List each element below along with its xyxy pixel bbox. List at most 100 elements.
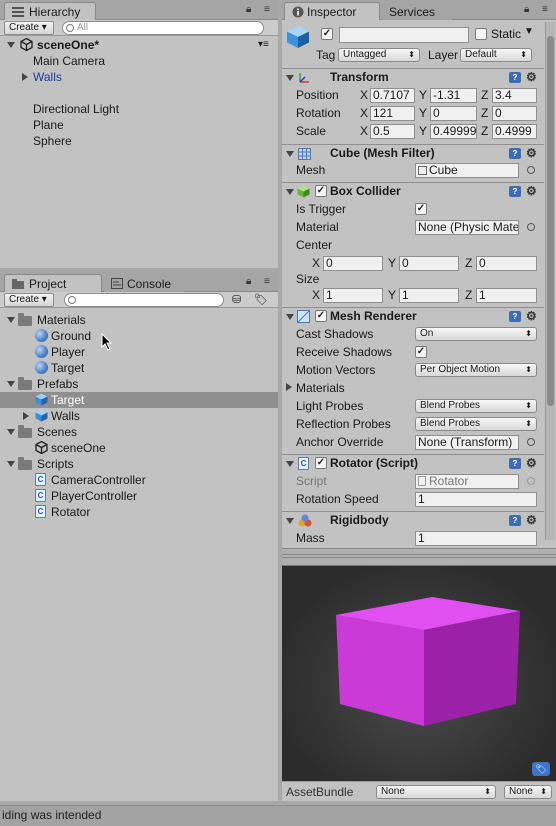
tree-folder-materials[interactable]: Materials [0,312,278,328]
object-picker-icon[interactable] [527,166,535,174]
expand-arrow-icon[interactable] [286,461,294,467]
panel-menu-icon[interactable]: ≡ [264,276,270,287]
panel-menu-icon[interactable]: ≡ [264,4,270,15]
help-book-icon[interactable]: ? [509,148,521,159]
static-dropdown-icon[interactable]: ▼ [524,26,534,37]
scene-menu-icon[interactable]: ▾≡ [258,37,269,53]
expand-arrow-icon[interactable] [286,314,294,320]
reflection-probes-dropdown[interactable]: Blend Probes ⬍ [415,417,537,431]
tree-item-walls-prefab[interactable]: Walls [0,408,278,424]
help-book-icon[interactable]: ? [509,458,521,469]
rotation-x-field[interactable]: 121 [370,106,415,121]
scale-x-field[interactable]: 0.5 [370,124,415,139]
asset-preview[interactable]: 🏷︎ [282,565,556,781]
expand-arrow-icon[interactable] [7,381,15,387]
tab-console[interactable]: Console [104,274,184,292]
object-picker-icon[interactable] [527,223,535,231]
expand-arrow-icon[interactable] [286,151,294,157]
cast-shadows-dropdown[interactable]: On ⬍ [415,327,537,341]
hierarchy-item-plane[interactable]: Plane [0,117,278,133]
tag-dropdown[interactable]: Untagged ⬍ [338,48,420,62]
collapse-arrow-icon[interactable] [286,383,292,391]
rotator-enabled-checkbox[interactable]: ✓ [315,457,327,469]
transform-header[interactable]: Transform ? ⚙ [282,68,544,86]
lock-icon[interactable]: 🔒︎ [246,4,251,15]
collider-material-field[interactable]: None (Physic Mater [415,220,519,235]
size-y-field[interactable]: 1 [399,288,459,303]
status-bar[interactable]: iding was intended [0,805,556,826]
box-collider-enabled-checkbox[interactable]: ✓ [315,185,327,197]
expand-arrow-icon[interactable] [7,461,15,467]
size-z-field[interactable]: 1 [476,288,537,303]
center-z-field[interactable]: 0 [476,256,537,271]
collapse-arrow-icon[interactable] [22,73,28,81]
tab-inspector[interactable]: Inspector [284,2,380,20]
hierarchy-search-input[interactable]: All [62,21,264,35]
active-checkbox[interactable]: ✓ [321,28,333,40]
mesh-renderer-enabled-checkbox[interactable]: ✓ [315,310,327,322]
assetbundle-tag-icon[interactable]: 🏷︎ [532,762,550,776]
assetbundle-dropdown[interactable]: None ⬍ [376,785,496,799]
help-book-icon[interactable]: ? [509,186,521,197]
tree-folder-scripts[interactable]: Scripts [0,456,278,472]
center-x-field[interactable]: 0 [323,256,383,271]
expand-arrow-icon[interactable] [286,518,294,524]
position-y-field[interactable]: -1.31 [430,88,477,103]
hierarchy-create-button[interactable]: Create ▾ [4,21,54,35]
inspector-scrollbar[interactable] [545,22,555,540]
hierarchy-item-directional-light[interactable]: Directional Light [0,101,278,117]
center-y-field[interactable]: 0 [399,256,459,271]
anchor-override-field[interactable]: None (Transform) [415,435,519,450]
tree-folder-scenes[interactable]: Scenes [0,424,278,440]
tree-folder-prefabs[interactable]: Prefabs [0,376,278,392]
scale-y-field[interactable]: 0.49999 [430,124,477,139]
motion-vectors-dropdown[interactable]: Per Object Motion ⬍ [415,363,537,377]
lock-icon[interactable]: 🔒︎ [246,276,251,287]
lock-icon[interactable]: 🔒︎ [524,4,529,15]
tree-item-player-controller[interactable]: C PlayerController [0,488,278,504]
tree-item-camera-controller[interactable]: C CameraController [0,472,278,488]
tab-services[interactable]: Services [382,2,452,20]
collapse-arrow-icon[interactable] [23,412,29,420]
assetbundle-variant-dropdown[interactable]: None ⬍ [504,785,552,799]
tree-item-scene-one[interactable]: sceneOne [0,440,278,456]
gameobject-name-field[interactable] [339,27,469,43]
mass-field[interactable]: 1 [415,531,537,546]
mesh-field[interactable]: Cube [415,163,519,178]
tree-item-target-material[interactable]: Target [0,360,278,376]
tab-hierarchy[interactable]: Hierarchy [4,2,96,20]
gear-icon[interactable]: ⚙ [526,514,537,526]
is-trigger-checkbox[interactable]: ✓ [415,203,427,215]
box-collider-header[interactable]: ✓ Box Collider ? ⚙ [282,182,544,200]
mesh-filter-header[interactable]: Cube (Mesh Filter) ? ⚙ [282,144,544,162]
rigidbody-header[interactable]: Rigidbody ? ⚙ [282,511,544,529]
static-checkbox[interactable] [475,28,487,40]
project-search-input[interactable] [64,293,224,307]
tree-item-rotator[interactable]: C Rotator [0,504,278,520]
scrollbar-thumb[interactable] [547,36,554,406]
expand-arrow-icon[interactable] [286,189,294,195]
rotation-z-field[interactable]: 0 [492,106,537,121]
filter-by-type-icon[interactable]: ⛁ [232,293,241,306]
receive-shadows-checkbox[interactable]: ✓ [415,346,427,358]
hierarchy-item-sphere[interactable]: Sphere [0,133,278,149]
rotation-speed-field[interactable]: 1 [415,492,537,507]
panel-menu-icon[interactable]: ≡ [542,4,548,15]
expand-arrow-icon[interactable] [7,42,15,48]
tab-project[interactable]: Project [4,274,102,292]
size-x-field[interactable]: 1 [323,288,383,303]
position-x-field[interactable]: 0.7107 [370,88,415,103]
gear-icon[interactable]: ⚙ [526,71,537,83]
filter-by-label-icon[interactable]: 🏷︎ [254,293,268,306]
rotator-header[interactable]: C ✓ Rotator (Script) ? ⚙ [282,454,544,472]
expand-arrow-icon[interactable] [7,317,15,323]
help-book-icon[interactable]: ? [509,72,521,83]
tree-item-ground[interactable]: Ground [0,328,278,344]
gear-icon[interactable]: ⚙ [526,185,537,197]
mesh-renderer-header[interactable]: ✓ Mesh Renderer ? ⚙ [282,307,544,325]
expand-arrow-icon[interactable] [7,429,15,435]
layer-dropdown[interactable]: Default ⬍ [460,48,532,62]
object-picker-icon[interactable] [527,438,535,446]
project-create-button[interactable]: Create ▾ [4,293,54,307]
expand-arrow-icon[interactable] [286,75,294,81]
